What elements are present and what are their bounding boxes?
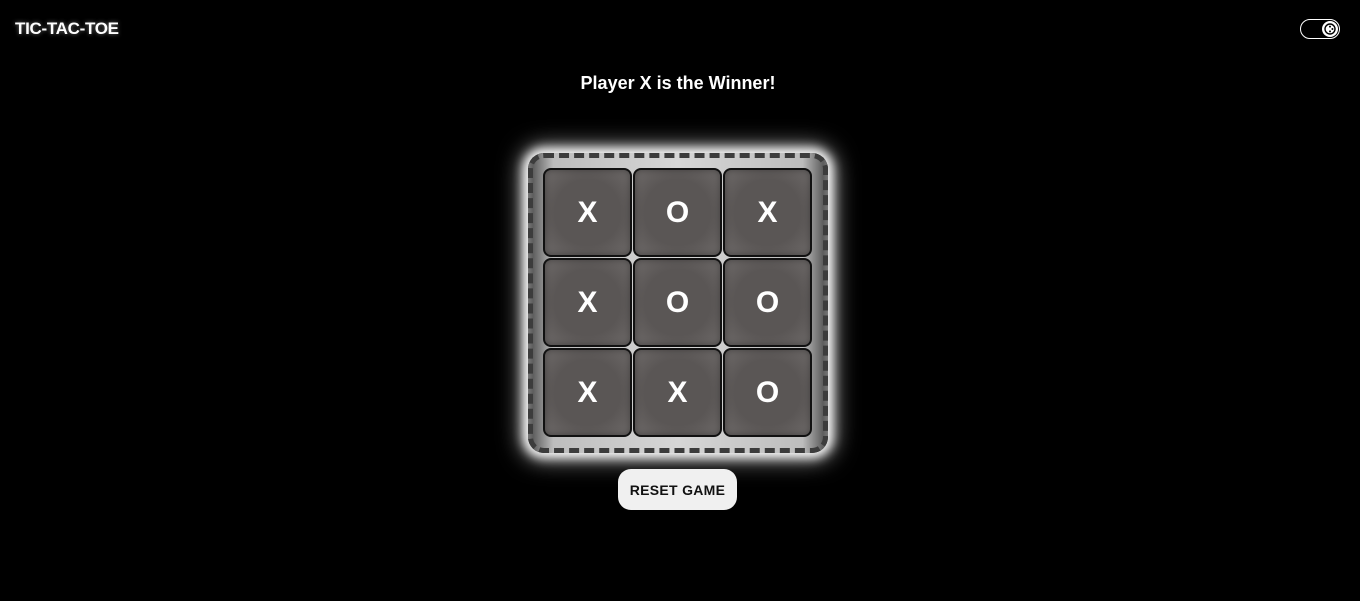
board-cell[interactable]: X <box>543 258 632 347</box>
board-frame: X O X X O O X X O <box>528 153 828 453</box>
reset-game-button[interactable]: RESET GAME <box>618 469 737 510</box>
board-cell[interactable]: O <box>723 348 812 437</box>
game-board: X O X X O O X X O <box>543 168 813 438</box>
palette-icon <box>1322 21 1338 37</box>
board-cell[interactable]: X <box>723 168 812 257</box>
game-app: TIC-TAC-TOE Player X is the Winner! X O … <box>0 0 1360 601</box>
app-title: TIC-TAC-TOE <box>15 19 119 38</box>
theme-toggle[interactable] <box>1300 19 1340 39</box>
board-cell[interactable]: X <box>633 348 722 437</box>
board-cell[interactable]: O <box>723 258 812 347</box>
board-cell[interactable]: X <box>543 348 632 437</box>
board-cell[interactable]: O <box>633 258 722 347</box>
game-status: Player X is the Winner! <box>580 73 776 93</box>
board-cell[interactable]: X <box>543 168 632 257</box>
board-cell[interactable]: O <box>633 168 722 257</box>
